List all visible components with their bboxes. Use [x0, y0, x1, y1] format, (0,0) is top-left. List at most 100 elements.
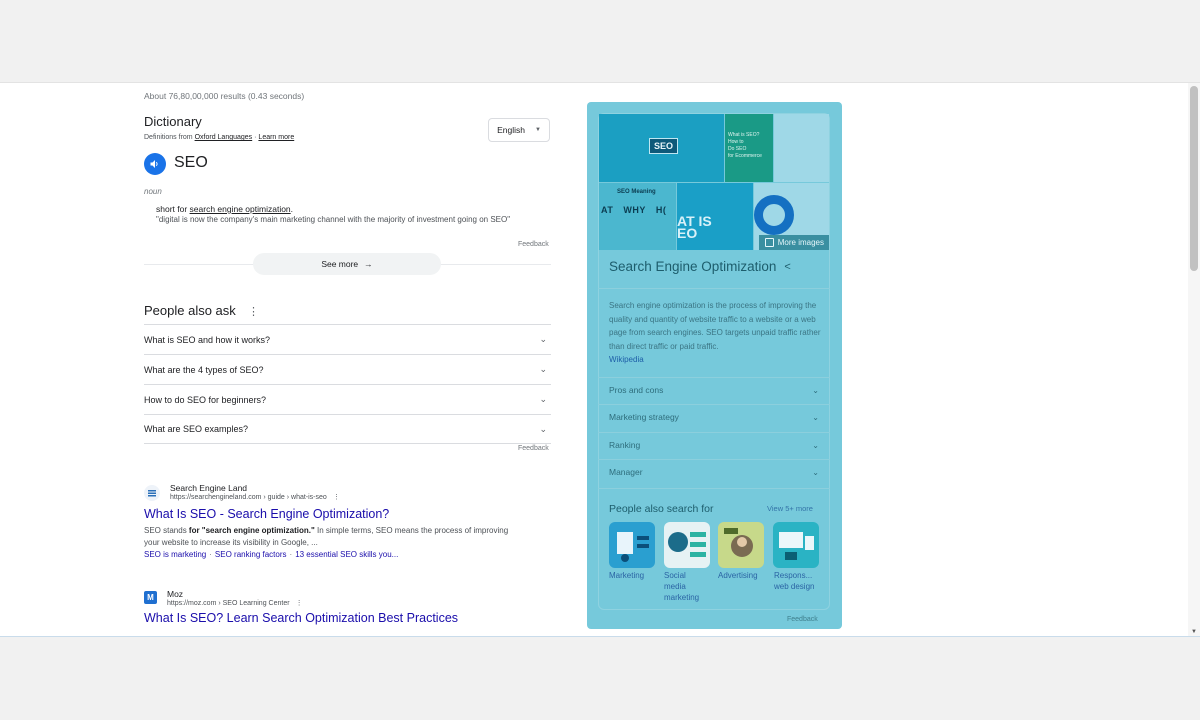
thumbnail-label-line: Social — [664, 571, 686, 580]
thumbnail-label[interactable]: Social media marketing — [664, 570, 699, 603]
thumbnail-label-line: media — [664, 582, 686, 591]
paa-question[interactable]: What are SEO examples? ⌄ — [144, 414, 551, 444]
chevron-down-icon: ⌄ — [812, 385, 819, 395]
panel-divider — [598, 404, 830, 405]
image-icon — [764, 238, 774, 247]
more-images-button[interactable]: More images — [758, 235, 829, 250]
language-select[interactable]: English ▼ — [488, 118, 550, 142]
chevron-down-icon: ⌄ — [539, 334, 547, 344]
social-media-thumbnail-icon — [668, 532, 706, 557]
paa-question-text: What is SEO and how it works? — [144, 334, 271, 345]
panel-row-marketing-strategy[interactable]: Marketing strategy ⌄ — [609, 412, 819, 422]
sitelink[interactable]: SEO ranking factors — [215, 550, 287, 559]
image-caption: AT IS EO — [677, 213, 712, 241]
source-prefix: Definitions from — [144, 134, 195, 141]
thumbnail-label-line: Marketing — [609, 571, 645, 580]
seo-mindmap-image[interactable] — [774, 114, 829, 182]
thumbnail-advertising[interactable] — [718, 522, 764, 568]
result-title-link[interactable]: What Is SEO - Search Engine Optimization… — [144, 507, 564, 521]
chevron-down-icon: ⌄ — [539, 394, 547, 404]
panel-row-pros-and-cons[interactable]: Pros and cons ⌄ — [609, 385, 819, 395]
knowledge-panel: SEO What is SEO? How to Do SEO for Ecommerc… — [587, 102, 842, 629]
knowledge-panel-title-text: Search Engine Optimization — [609, 259, 777, 274]
people-also-search-title: People also search for — [609, 503, 714, 515]
responsive-design-thumbnail-icon — [779, 532, 814, 560]
snippet-bold: for "search engine optimization." — [188, 526, 315, 535]
panel-row-ranking[interactable]: Ranking ⌄ — [609, 440, 819, 450]
vertical-scrollbar[interactable]: ▼ — [1188, 83, 1200, 636]
donut-chart-icon — [754, 195, 794, 235]
view-more-link[interactable]: View 5+ more — [767, 504, 813, 513]
panel-divider — [598, 432, 830, 433]
thumbnail-label-line: marketing — [664, 593, 700, 602]
description-text: Search engine optimization is the proces… — [609, 301, 821, 351]
seo-diagram-image[interactable]: SEO — [599, 114, 724, 182]
panel-row-label: Manager — [609, 467, 643, 477]
see-more-button[interactable]: See more → — [253, 253, 441, 275]
pronounce-button[interactable] — [144, 153, 166, 175]
panel-row-label: Marketing strategy — [609, 412, 679, 422]
what-is-seo-banner-image[interactable]: AT IS EO — [677, 183, 753, 250]
chevron-down-icon: ⌄ — [539, 423, 547, 434]
search-result: Search Engine Land https://searchenginel… — [144, 483, 564, 559]
thumbnail-responsive-web-design[interactable] — [773, 522, 819, 568]
moz-favicon-icon: M — [144, 591, 157, 604]
paa-feedback-link[interactable]: Feedback — [518, 445, 549, 452]
image-caption: AT WHY H( — [601, 205, 667, 215]
result-url-text: https://moz.com › SEO Learning Center — [167, 600, 290, 607]
share-icon[interactable]: < — [784, 261, 790, 273]
paa-question[interactable]: What is SEO and how it works? ⌄ — [144, 324, 551, 354]
thumbnail-label[interactable]: Marketing — [609, 570, 644, 581]
more-images-label: More images — [777, 238, 824, 247]
image-caption: SEO Meaning — [617, 189, 656, 195]
search-engine-land-favicon-icon — [144, 485, 160, 501]
more-options-icon[interactable]: ⋮ — [248, 305, 259, 318]
knowledge-panel-feedback-link[interactable]: Feedback — [787, 616, 818, 623]
kebab-menu-icon[interactable]: ⋮ — [296, 600, 303, 607]
scroll-down-arrow-icon[interactable]: ▼ — [1191, 629, 1197, 635]
sitelink[interactable]: 13 essential SEO skills you... — [295, 550, 398, 559]
paa-question[interactable]: What are the 4 types of SEO? ⌄ — [144, 354, 551, 384]
dictionary-feedback-link[interactable]: Feedback — [518, 241, 549, 248]
panel-row-manager[interactable]: Manager ⌄ — [609, 467, 819, 477]
image-caption: What is SEO? How to Do SEO for Ecommerce — [728, 132, 762, 159]
result-title-link[interactable]: What Is SEO? Learn Search Optimization B… — [144, 611, 564, 625]
sitelink[interactable]: SEO is marketing — [144, 550, 206, 559]
chevron-down-icon: ⌄ — [812, 440, 819, 450]
what-is-seo-image[interactable]: What is SEO? How to Do SEO for Ecommerce — [725, 114, 773, 182]
result-header[interactable]: Search Engine Land https://searchenginel… — [144, 483, 564, 501]
advertising-thumbnail-icon — [724, 528, 753, 557]
caret-down-icon: ▼ — [534, 127, 541, 133]
panel-divider — [598, 459, 830, 460]
thumbnail-label[interactable]: Respons... web design — [774, 570, 814, 592]
result-url: https://searchengineland.com › guide › w… — [170, 493, 340, 501]
scrollbar-thumb[interactable] — [1190, 86, 1198, 271]
chevron-down-icon: ⌄ — [812, 412, 819, 422]
panel-divider — [598, 288, 830, 289]
separator: · — [209, 550, 212, 559]
dictionary-word: SEO — [174, 154, 208, 171]
paa-question-text: What are SEO examples? — [144, 424, 249, 434]
definition: short for search engine optimization. — [156, 204, 293, 214]
language-value: English — [497, 125, 525, 135]
result-snippet: SEO stands for "search engine optimizati… — [144, 525, 509, 549]
image-grid[interactable]: SEO What is SEO? How to Do SEO for Ecommerc… — [599, 114, 829, 250]
thumbnail-label-line: web design — [774, 582, 815, 591]
learn-more-link[interactable]: Learn more — [258, 134, 294, 141]
result-header[interactable]: M Moz https://moz.com › SEO Learning Cen… — [144, 589, 564, 607]
thumbnail-marketing[interactable] — [609, 522, 655, 568]
separator: · — [289, 550, 293, 559]
marketing-thumbnail-icon — [617, 532, 649, 562]
definition-link[interactable]: search engine optimization — [190, 204, 291, 214]
people-also-ask-title: People also ask — [144, 303, 236, 318]
oxford-languages-link[interactable]: Oxford Languages — [195, 134, 253, 141]
paa-question[interactable]: How to do SEO for beginners? ⌄ — [144, 384, 551, 414]
thumbnail-label[interactable]: Advertising — [718, 570, 758, 581]
results-stats: About 76,80,00,000 results (0.43 seconds… — [144, 91, 305, 101]
definition-suffix: . — [290, 204, 294, 214]
wikipedia-link[interactable]: Wikipedia — [609, 355, 644, 364]
chevron-down-icon: ⌄ — [812, 467, 819, 477]
kebab-menu-icon[interactable]: ⋮ — [333, 494, 340, 501]
thumbnail-social-media-marketing[interactable] — [664, 522, 710, 568]
seo-meaning-image[interactable]: SEO Meaning AT WHY H( — [599, 183, 676, 250]
